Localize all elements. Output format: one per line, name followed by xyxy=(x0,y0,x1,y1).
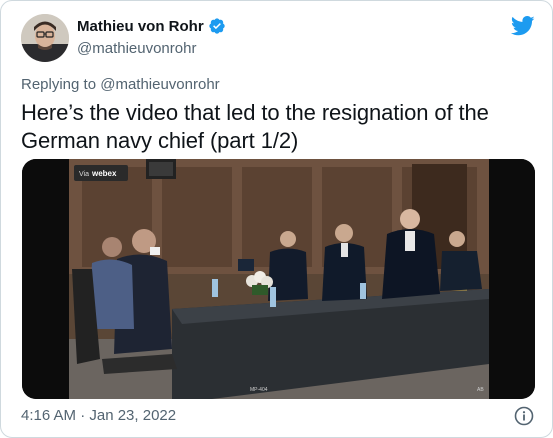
twitter-bird-icon[interactable] xyxy=(511,16,535,36)
replying-to-handle-link[interactable]: @mathieuvonrohr xyxy=(100,76,219,93)
frame-tag-left: MP-404 xyxy=(250,387,268,393)
tweet-text: Here’s the video that led to the resigna… xyxy=(21,100,489,153)
tweet-timestamp[interactable]: 4:16 AM · Jan 23, 2022 xyxy=(21,407,176,424)
info-icon[interactable] xyxy=(514,406,534,426)
video-frame: Via webex MP-404 AB xyxy=(22,159,535,399)
avatar-image xyxy=(21,14,69,62)
webex-badge-prefix: Via xyxy=(79,171,89,178)
verified-badge-icon xyxy=(208,18,225,34)
author-handle[interactable]: @mathieuvonrohr xyxy=(77,40,196,57)
replying-to-label: Replying to xyxy=(21,76,101,93)
tweet-card: Mathieu von Rohr @mathieuvonrohr Replyin… xyxy=(0,0,553,438)
webex-badge: Via webex xyxy=(74,165,128,181)
author-display-name[interactable]: Mathieu von Rohr xyxy=(77,18,204,35)
webex-badge-brand: webex xyxy=(91,169,117,178)
frame-tag-right: AB xyxy=(477,387,484,393)
avatar[interactable] xyxy=(21,14,69,62)
author-name-row[interactable]: Mathieu von Rohr xyxy=(77,17,226,35)
video-player[interactable]: Via webex MP-404 AB xyxy=(22,159,535,399)
replying-to-line: Replying to @mathieuvonrohr xyxy=(21,76,220,93)
